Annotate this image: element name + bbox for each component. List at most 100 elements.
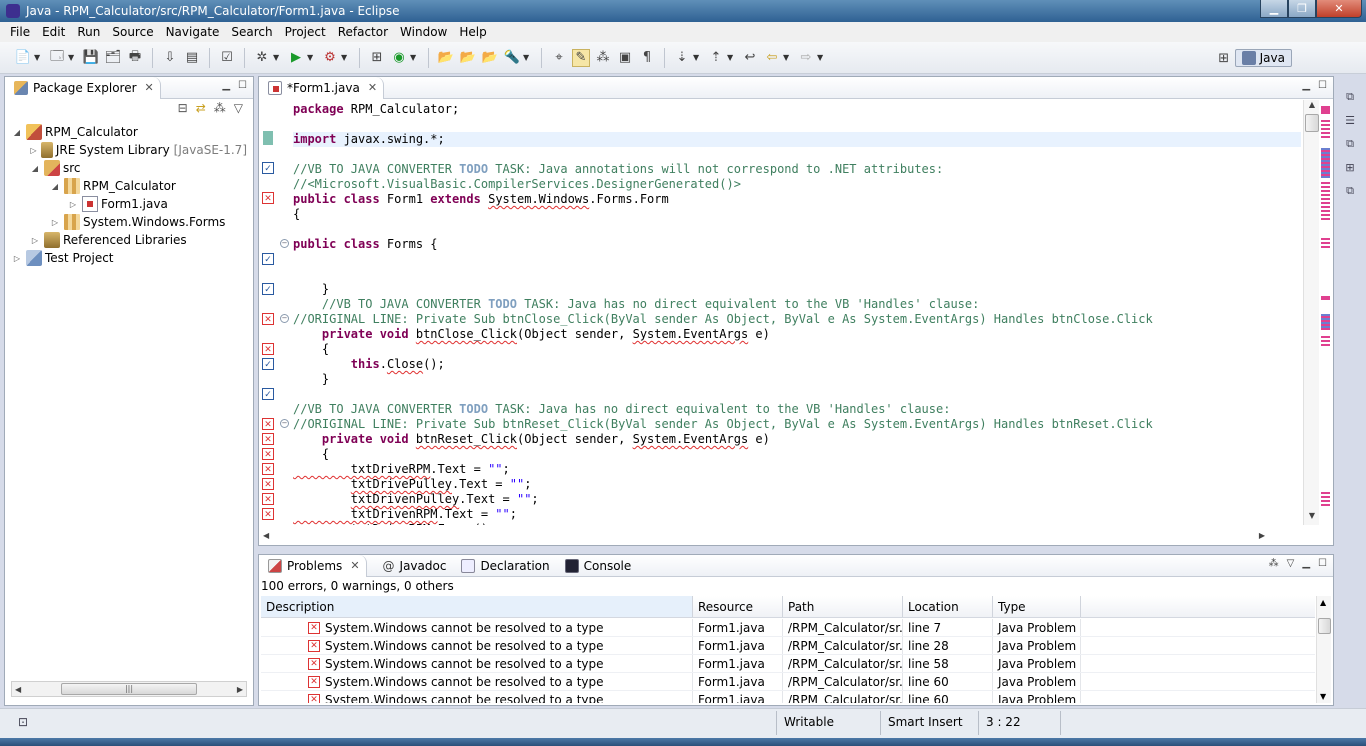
task-overview-marker[interactable]: [1321, 148, 1330, 178]
menu-window[interactable]: Window: [394, 25, 453, 39]
menu-edit[interactable]: Edit: [36, 25, 71, 39]
tab-package-explorer[interactable]: Package Explorer ✕: [5, 76, 161, 99]
fast-view-icon[interactable]: ⊡: [18, 715, 28, 729]
next-annotation-icon[interactable]: ⇣: [673, 49, 691, 67]
editor-vertical-scrollbar[interactable]: ▲ ▼: [1303, 100, 1319, 525]
external-tools-icon[interactable]: ⚙: [321, 49, 339, 67]
scroll-left-icon[interactable]: ◀: [263, 531, 269, 540]
search-icon[interactable]: 🔦: [503, 49, 521, 67]
collapse-arrow-icon[interactable]: ▷: [67, 200, 79, 209]
restore-view-icon[interactable]: ⧉: [1346, 184, 1354, 198]
error-overview-marker[interactable]: [1321, 106, 1330, 114]
minimize-view-icon[interactable]: ▁: [1302, 558, 1310, 569]
column-resource[interactable]: Resource: [693, 596, 783, 617]
scroll-right-icon[interactable]: ▶: [1259, 531, 1265, 540]
collapse-arrow-icon[interactable]: ▷: [29, 146, 38, 155]
tree-item[interactable]: ◢ src: [11, 159, 247, 177]
print-icon[interactable]: 🖶: [126, 49, 144, 67]
chevron-down-icon[interactable]: ▼: [307, 53, 315, 62]
menu-refactor[interactable]: Refactor: [332, 25, 394, 39]
last-edit-icon[interactable]: ↩: [741, 49, 759, 67]
table-row[interactable]: ✕ System.Windows cannot be resolved to a …: [261, 637, 1315, 655]
maximize-view-icon[interactable]: ☐: [1318, 80, 1327, 91]
scrollbar-thumb[interactable]: [1305, 114, 1319, 132]
error-marker-icon[interactable]: ✕: [262, 493, 274, 505]
fold-toggle-icon[interactable]: −: [280, 419, 289, 428]
tab-console[interactable]: Console: [556, 555, 638, 577]
error-marker-icon[interactable]: ✕: [262, 433, 274, 445]
menu-navigate[interactable]: Navigate: [160, 25, 226, 39]
java-perspective-button[interactable]: Java: [1234, 49, 1292, 67]
hierarchy-view-icon[interactable]: ⊞: [1345, 161, 1354, 174]
tab-declaration[interactable]: Declaration: [452, 555, 555, 577]
chevron-down-icon[interactable]: ▼: [523, 53, 531, 62]
view-menu-icon[interactable]: ⁂: [214, 101, 226, 115]
error-overview-marker[interactable]: [1321, 120, 1330, 138]
chevron-down-icon[interactable]: ▼: [817, 53, 825, 62]
menu-project[interactable]: Project: [279, 25, 332, 39]
tree-item[interactable]: ▷ Form1.java: [11, 195, 247, 213]
toggle-breadcrumb-icon[interactable]: ⌖: [550, 49, 568, 67]
error-marker-icon[interactable]: ✕: [262, 478, 274, 490]
chevron-down-icon[interactable]: ▽: [234, 101, 243, 115]
tab-javadoc[interactable]: @ Javadoc: [367, 555, 453, 577]
horizontal-scrollbar[interactable]: ◀ ||| ▶: [11, 681, 247, 697]
error-marker-icon[interactable]: ✕: [262, 508, 274, 520]
tree-item[interactable]: ▷ JRE System Library [JavaSE-1.7]: [11, 141, 247, 159]
open-resource-icon[interactable]: 📂: [481, 49, 499, 67]
expand-arrow-icon[interactable]: ◢: [49, 182, 61, 191]
close-icon[interactable]: ✕: [145, 81, 154, 94]
maximize-button[interactable]: ❐: [1288, 0, 1316, 18]
task-marker-icon[interactable]: ✓: [262, 358, 274, 370]
error-marker-icon[interactable]: ✕: [262, 448, 274, 460]
scroll-right-icon[interactable]: ▶: [237, 685, 243, 694]
debug-icon[interactable]: ✲: [253, 49, 271, 67]
new-package-icon[interactable]: ⊞: [368, 49, 386, 67]
table-row[interactable]: ✕ System.Windows cannot be resolved to a …: [261, 691, 1315, 703]
column-location[interactable]: Location: [903, 596, 993, 617]
scrollbar-thumb[interactable]: |||: [60, 683, 198, 695]
block-selection-icon[interactable]: ⁂: [594, 49, 612, 67]
error-marker-icon[interactable]: ✕: [262, 313, 274, 325]
editor-horizontal-scrollbar[interactable]: ◀ ▶: [259, 527, 1301, 543]
task-icon[interactable]: ☑: [218, 49, 236, 67]
collapse-arrow-icon[interactable]: ▷: [49, 218, 61, 227]
error-overview-marker[interactable]: [1321, 336, 1330, 348]
tab-problems[interactable]: Problems ✕: [259, 554, 367, 577]
chevron-down-icon[interactable]: ▽: [1287, 558, 1295, 569]
forward-icon[interactable]: ⇨: [797, 49, 815, 67]
menu-help[interactable]: Help: [453, 25, 492, 39]
new-icon[interactable]: 📄: [14, 49, 32, 67]
export-icon[interactable]: ▤: [183, 49, 201, 67]
error-overview-marker[interactable]: [1321, 296, 1330, 300]
minimize-button[interactable]: ▁: [1260, 0, 1288, 18]
new-window-icon[interactable]: 🗔: [48, 49, 66, 67]
error-marker-icon[interactable]: ✕: [262, 343, 274, 355]
table-row[interactable]: ✕ System.Windows cannot be resolved to a …: [261, 619, 1315, 637]
code-editor[interactable]: package RPM_Calculator; import javax.swi…: [293, 100, 1301, 525]
task-marker-icon[interactable]: ✓: [262, 253, 274, 265]
chevron-down-icon[interactable]: ▼: [273, 53, 281, 62]
close-icon[interactable]: ✕: [368, 81, 377, 94]
collapse-arrow-icon[interactable]: ▷: [29, 236, 41, 245]
collapse-arrow-icon[interactable]: ▷: [11, 254, 23, 263]
error-marker-icon[interactable]: ✕: [262, 418, 274, 430]
scroll-up-icon[interactable]: ▲: [1304, 100, 1320, 114]
error-marker-icon[interactable]: ✕: [262, 463, 274, 475]
task-marker-icon[interactable]: ✓: [262, 162, 274, 174]
menu-source[interactable]: Source: [106, 25, 159, 39]
tree-item[interactable]: ▷ Test Project: [11, 249, 247, 267]
fold-toggle-icon[interactable]: −: [280, 239, 289, 248]
column-description[interactable]: Description: [261, 596, 693, 617]
previous-annotation-icon[interactable]: ⇡: [707, 49, 725, 67]
chevron-down-icon[interactable]: ▼: [341, 53, 349, 62]
outline-view-icon[interactable]: ☰: [1345, 114, 1355, 127]
show-whitespace-icon[interactable]: ▣: [616, 49, 634, 67]
minimize-view-icon[interactable]: ▁: [1302, 80, 1310, 91]
chevron-down-icon[interactable]: ▼: [783, 53, 791, 62]
view-menu-icon[interactable]: ⁂: [1269, 558, 1279, 569]
tab-form1-java[interactable]: *Form1.java ✕: [259, 76, 385, 99]
pilcrow-icon[interactable]: ¶: [638, 49, 656, 67]
save-all-icon[interactable]: 🗂: [104, 49, 122, 67]
collapse-all-icon[interactable]: ⊟: [178, 101, 188, 115]
